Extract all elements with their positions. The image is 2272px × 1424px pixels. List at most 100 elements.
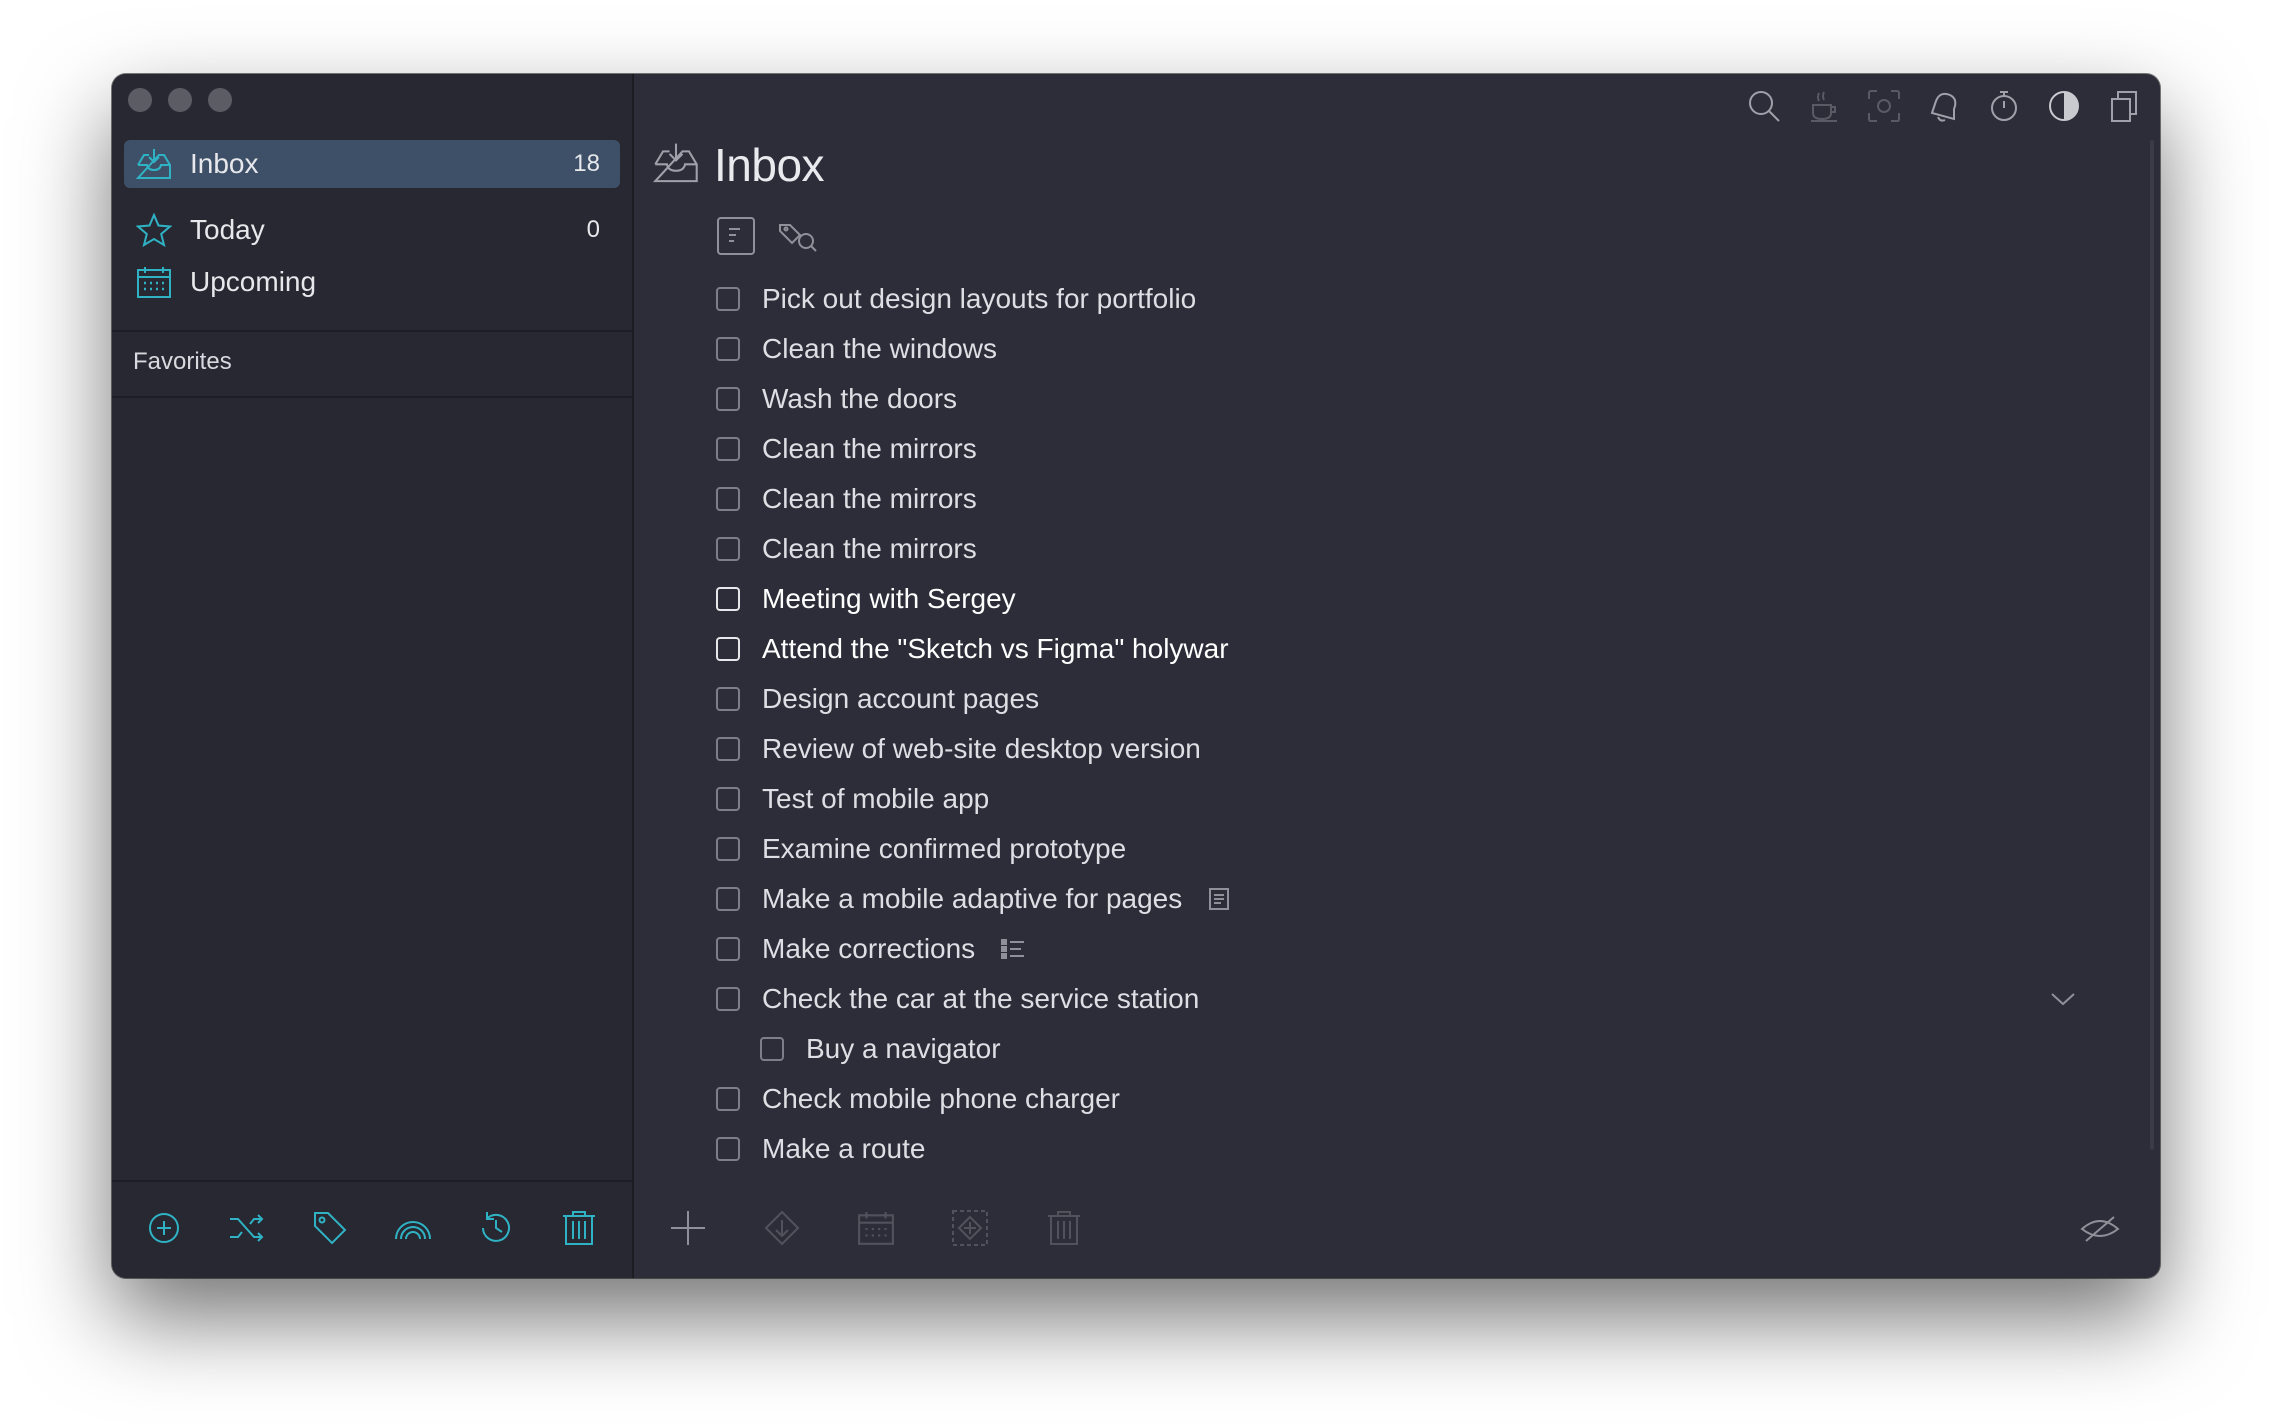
add-circle-icon[interactable] xyxy=(140,1204,188,1252)
task-checkbox[interactable] xyxy=(716,837,740,861)
tag-icon[interactable] xyxy=(306,1204,354,1252)
task-row[interactable]: Check the car at the service station xyxy=(716,974,2096,1024)
chevron-down-icon[interactable] xyxy=(2050,991,2076,1007)
trash-icon[interactable] xyxy=(555,1204,603,1252)
task-checkbox[interactable] xyxy=(716,287,740,311)
task-row[interactable]: Pick out design layouts for portfolio xyxy=(716,274,2096,324)
task-row[interactable]: Test of mobile app xyxy=(716,774,2096,824)
calendar-icon xyxy=(134,262,174,302)
copy-icon[interactable] xyxy=(2102,84,2146,128)
task-label[interactable]: Review of web-site desktop version xyxy=(762,733,1201,765)
task-row[interactable]: Clean the mirrors xyxy=(716,474,2096,524)
task-label[interactable]: Clean the mirrors xyxy=(762,533,977,565)
task-label[interactable]: Make a mobile adaptive for pages xyxy=(762,883,1182,915)
sidebar-item-label: Upcoming xyxy=(190,266,317,297)
hide-completed-icon[interactable] xyxy=(2076,1204,2124,1252)
task-row[interactable]: Clean the mirrors xyxy=(716,424,2096,474)
task-checkbox[interactable] xyxy=(716,887,740,911)
divider xyxy=(112,330,632,332)
task-label[interactable]: Design account pages xyxy=(762,683,1039,715)
task-row[interactable]: Clean the mirrors xyxy=(716,524,2096,574)
task-label[interactable]: Wash the doors xyxy=(762,383,957,415)
task-checkbox[interactable] xyxy=(760,1037,784,1061)
task-checkbox[interactable] xyxy=(716,487,740,511)
divider xyxy=(112,396,632,398)
task-checkbox[interactable] xyxy=(716,1087,740,1111)
task-label[interactable]: Examine confirmed prototype xyxy=(762,833,1126,865)
sidebar-item-upcoming[interactable]: Upcoming xyxy=(124,258,620,306)
task-row[interactable]: Clean the windows xyxy=(716,324,2096,374)
sidebar-item-inbox[interactable]: Inbox 18 xyxy=(124,140,620,188)
task-row[interactable]: Review of web-site desktop version xyxy=(716,724,2096,774)
search-icon[interactable] xyxy=(1742,84,1786,128)
window-controls xyxy=(128,88,232,112)
delete-icon[interactable] xyxy=(1040,1204,1088,1252)
focus-select-icon[interactable] xyxy=(946,1204,994,1252)
subtask-row[interactable]: Buy a navigator xyxy=(716,1024,2096,1074)
task-checkbox[interactable] xyxy=(716,587,740,611)
task-row[interactable]: Attend the "Sketch vs Figma" holywar xyxy=(716,624,2096,674)
scrollbar[interactable] xyxy=(2150,140,2154,1150)
bell-icon[interactable] xyxy=(1922,84,1966,128)
sidebar-item-today[interactable]: Today 0 xyxy=(124,206,620,254)
task-label[interactable]: Check the car at the service station xyxy=(762,983,1199,1015)
task-label[interactable]: Clean the mirrors xyxy=(762,433,977,465)
task-row[interactable]: Examine confirmed prototype xyxy=(716,824,2096,874)
note-icon[interactable] xyxy=(1208,887,1230,911)
task-label[interactable]: Clean the mirrors xyxy=(762,483,977,515)
shuffle-icon[interactable] xyxy=(223,1204,271,1252)
zoom-window-button[interactable] xyxy=(208,88,232,112)
task-label[interactable]: Make a route xyxy=(762,1133,925,1165)
task-row[interactable]: Check mobile phone charger xyxy=(716,1074,2096,1124)
move-icon[interactable] xyxy=(758,1204,806,1252)
sidebar: Inbox 18 Today 0 Upcoming Favorites xyxy=(112,74,634,1278)
schedule-icon[interactable] xyxy=(852,1204,900,1252)
add-icon[interactable] xyxy=(664,1204,712,1252)
task-row[interactable]: Make a route xyxy=(716,1124,2096,1174)
tag-search-icon[interactable] xyxy=(778,216,818,256)
bottom-toolbar xyxy=(634,1182,2160,1278)
app-window: Inbox 18 Today 0 Upcoming Favorites Inbo… xyxy=(112,74,2160,1278)
task-checkbox[interactable] xyxy=(716,637,740,661)
task-label[interactable]: Pick out design layouts for portfolio xyxy=(762,283,1196,315)
main-panel: Inbox Pick out design layouts for portfo… xyxy=(634,74,2160,1278)
rainbow-icon[interactable] xyxy=(389,1204,437,1252)
filter-bar xyxy=(716,216,818,256)
timer-icon[interactable] xyxy=(1982,84,2026,128)
task-label[interactable]: Make corrections xyxy=(762,933,975,965)
minimize-window-button[interactable] xyxy=(168,88,192,112)
task-label[interactable]: Attend the "Sketch vs Figma" holywar xyxy=(762,633,1229,665)
task-row[interactable]: Make corrections xyxy=(716,924,2096,974)
task-checkbox[interactable] xyxy=(716,1137,740,1161)
task-label[interactable]: Buy a navigator xyxy=(806,1033,1001,1065)
task-checkbox[interactable] xyxy=(716,687,740,711)
favorites-heading: Favorites xyxy=(133,348,232,375)
task-row[interactable]: Design account pages xyxy=(716,674,2096,724)
task-label[interactable]: Clean the windows xyxy=(762,333,997,365)
task-label[interactable]: Test of mobile app xyxy=(762,783,989,815)
notes-filter-icon[interactable] xyxy=(716,216,756,256)
task-checkbox[interactable] xyxy=(716,437,740,461)
task-row[interactable]: Wash the doors xyxy=(716,374,2096,424)
contrast-icon[interactable] xyxy=(2042,84,2086,128)
history-icon[interactable] xyxy=(472,1204,520,1252)
top-toolbar xyxy=(1742,84,2146,128)
task-label[interactable]: Meeting with Sergey xyxy=(762,583,1016,615)
coffee-icon[interactable] xyxy=(1802,84,1846,128)
task-checkbox[interactable] xyxy=(716,537,740,561)
page-title: Inbox xyxy=(714,139,825,191)
task-row[interactable]: Make a mobile adaptive for pages xyxy=(716,874,2096,924)
task-checkbox[interactable] xyxy=(716,387,740,411)
task-checkbox[interactable] xyxy=(716,737,740,761)
task-checkbox[interactable] xyxy=(716,787,740,811)
task-label[interactable]: Check mobile phone charger xyxy=(762,1083,1120,1115)
close-window-button[interactable] xyxy=(128,88,152,112)
task-checkbox[interactable] xyxy=(716,337,740,361)
sidebar-item-label: Inbox xyxy=(190,148,259,179)
task-checkbox[interactable] xyxy=(716,937,740,961)
task-checkbox[interactable] xyxy=(716,987,740,1011)
focus-icon[interactable] xyxy=(1862,84,1906,128)
checklist-icon[interactable] xyxy=(1001,938,1025,960)
inbox-count: 18 xyxy=(573,150,600,177)
task-row[interactable]: Meeting with Sergey xyxy=(716,574,2096,624)
